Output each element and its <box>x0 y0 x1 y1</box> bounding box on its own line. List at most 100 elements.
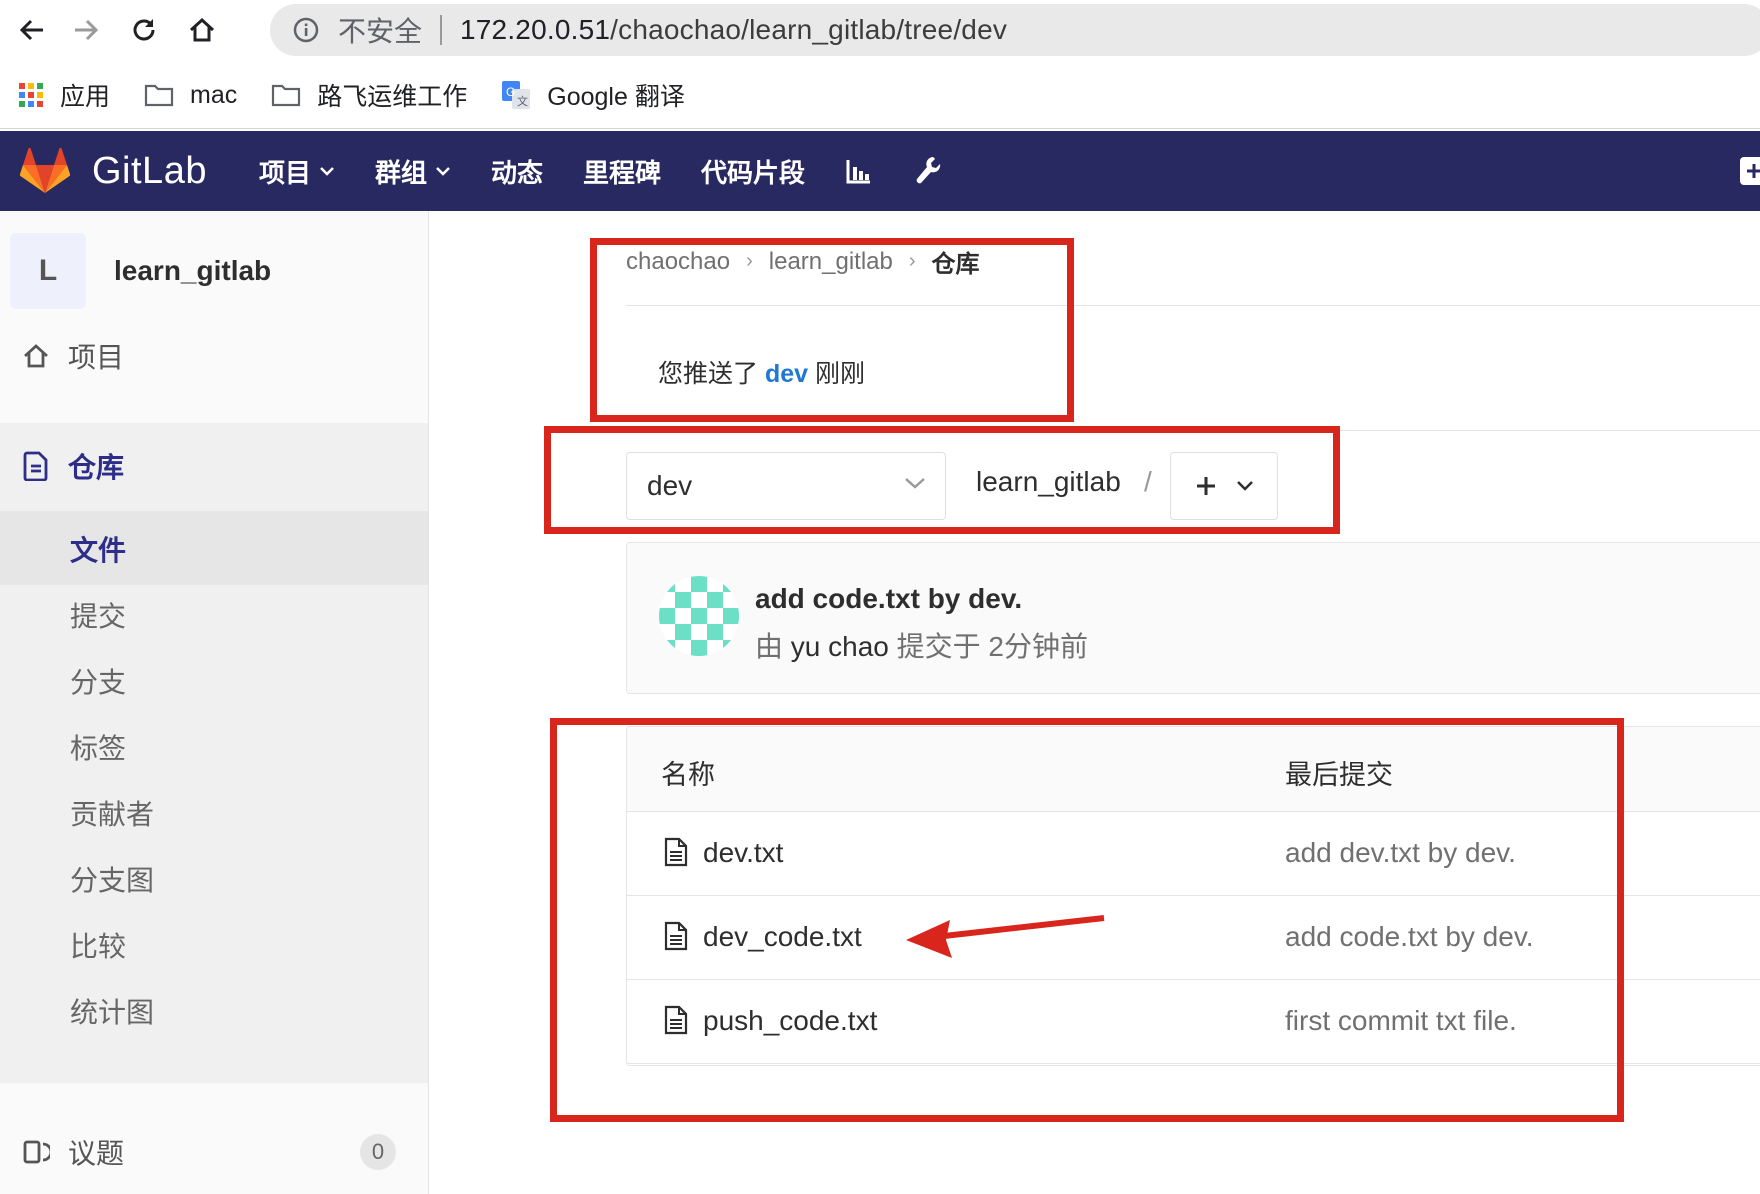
project-header[interactable]: L learn_gitlab <box>10 233 271 309</box>
file-name-link[interactable]: dev_code.txt <box>703 921 862 953</box>
document-icon <box>20 450 52 482</box>
branch-dropdown[interactable]: dev <box>626 452 946 520</box>
home-icon <box>20 340 52 372</box>
project-sidebar: L learn_gitlab 项目 仓库 文件 提交 分支 标签 贡献者 分支图… <box>0 211 429 1194</box>
sidebar-subitem-compare[interactable]: 比较 <box>70 925 126 965</box>
url-host: 172.20.0.51 <box>460 14 611 45</box>
nav-activity[interactable]: 动态 <box>491 153 543 190</box>
sidebar-subitem-contributors[interactable]: 贡献者 <box>70 793 154 833</box>
sidebar-item-project[interactable]: 项目 <box>0 319 428 393</box>
column-header-name: 名称 <box>661 760 715 790</box>
address-bar[interactable]: 不安全 172.20.0.51/chaochao/learn_gitlab/tr… <box>270 4 1760 56</box>
sidebar-subitem-commits[interactable]: 提交 <box>70 595 126 635</box>
nav-chart[interactable] <box>845 157 873 185</box>
file-commit-message[interactable]: add dev.txt by dev. <box>1285 837 1516 869</box>
bookmark-google-translate[interactable]: G文 Google 翻译 <box>501 77 685 113</box>
url-text[interactable]: 172.20.0.51/chaochao/learn_gitlab/tree/d… <box>460 14 1007 46</box>
commit-by-prefix: 由 <box>755 631 784 662</box>
push-suffix: 刚刚 <box>815 360 866 388</box>
back-arrow-icon <box>19 19 43 41</box>
nav-label: 项目 <box>258 157 311 188</box>
sidebar-subitem-charts[interactable]: 统计图 <box>70 991 154 1031</box>
home-icon <box>189 17 215 42</box>
file-name-link[interactable]: dev.txt <box>703 837 783 869</box>
forward-button[interactable] <box>66 10 106 50</box>
chevron-down-icon <box>1237 481 1253 491</box>
nav-label: 代码片段 <box>701 157 806 188</box>
push-branch-link[interactable]: dev <box>765 360 808 388</box>
file-commit-message[interactable]: add code.txt by dev. <box>1285 921 1534 953</box>
breadcrumb-current[interactable]: 仓库 <box>932 244 980 279</box>
bookmark-label: 应用 <box>60 83 111 111</box>
table-row[interactable]: dev_code.txt add code.txt by dev. <box>627 895 1760 980</box>
breadcrumb-item-namespace[interactable]: chaochao <box>626 248 730 276</box>
sidebar-subitem-branches[interactable]: 分支 <box>70 661 126 701</box>
bookmarks-bar: 应用 mac 路飞运维工作 G文 Google 翻译 <box>0 62 1760 129</box>
sidebar-subitem-files[interactable]: 文件 <box>70 529 126 569</box>
active-item-highlight <box>0 511 428 585</box>
gitlab-brand: GitLab <box>92 149 207 192</box>
push-notification: 您推送了 dev 刚刚 <box>658 354 865 390</box>
sidebar-subitem-graph[interactable]: 分支图 <box>70 859 154 899</box>
insecure-label: 不安全 <box>338 16 423 47</box>
sidebar-subitem-tags[interactable]: 标签 <box>70 727 126 767</box>
breadcrumb-item-project[interactable]: learn_gitlab <box>769 248 893 276</box>
gitlab-navbar: GitLab 项目 群组 动态 里程碑 代码片段 <box>0 131 1760 211</box>
sidebar-item-issues[interactable]: 议题 0 <box>0 1116 428 1188</box>
push-prefix: 您推送了 <box>658 360 759 388</box>
chevron-right-icon: › <box>746 250 753 272</box>
bookmark-label: Google 翻译 <box>547 83 685 111</box>
svg-text:文: 文 <box>517 94 528 108</box>
file-tree-table: 名称 最后提交 dev.txt add dev.txt by dev. dev_… <box>626 726 1760 1066</box>
gitlab-home-link[interactable]: GitLab <box>20 148 207 194</box>
folder-icon <box>272 84 301 107</box>
repo-path-root[interactable]: learn_gitlab <box>976 466 1121 498</box>
identicon-icon <box>659 576 739 656</box>
path-separator: / <box>1144 466 1152 497</box>
bookmark-lufei[interactable]: 路飞运维工作 <box>271 77 467 113</box>
url-path: /chaochao/learn_gitlab/tree/dev <box>610 14 1008 45</box>
new-item-button[interactable] <box>1740 157 1760 185</box>
breadcrumb: chaochao › learn_gitlab › 仓库 <box>626 244 980 279</box>
add-file-dropdown[interactable] <box>1170 452 1278 520</box>
commit-title-link[interactable]: add code.txt by dev. <box>755 583 1022 615</box>
nav-snippets[interactable]: 代码片段 <box>701 153 805 190</box>
wrench-icon <box>916 157 941 184</box>
table-row[interactable]: push_code.txt first commit txt file. <box>627 979 1760 1064</box>
bookmark-mac[interactable]: mac <box>144 81 237 110</box>
nav-label: 动态 <box>491 157 544 188</box>
reload-button[interactable] <box>124 10 164 50</box>
project-avatar: L <box>10 233 86 309</box>
project-name: learn_gitlab <box>114 255 272 286</box>
nav-groups[interactable]: 群组 <box>375 153 451 190</box>
chevron-right-icon: › <box>908 250 916 272</box>
sidebar-item-repository[interactable]: 仓库 <box>0 423 428 509</box>
nav-admin[interactable] <box>913 155 941 187</box>
folder-icon <box>144 84 174 107</box>
nav-projects[interactable]: 项目 <box>259 153 335 190</box>
nav-milestones[interactable]: 里程碑 <box>583 153 661 190</box>
browser-toolbar: 不安全 172.20.0.51/chaochao/learn_gitlab/tr… <box>0 0 1760 58</box>
table-header: 名称 最后提交 <box>627 727 1760 812</box>
table-row[interactable]: dev.txt add dev.txt by dev. <box>627 811 1760 896</box>
commit-author-link[interactable]: yu chao <box>791 631 889 662</box>
last-commit-panel: add code.txt by dev. 由 yu chao 提交于 2分钟前 <box>626 542 1760 694</box>
reload-icon <box>133 19 155 41</box>
sidebar-item-label: 仓库 <box>68 452 125 483</box>
commit-time: 提交于 2分钟前 <box>896 631 1089 662</box>
forward-arrow-icon <box>75 19 99 41</box>
plus-icon <box>1747 164 1760 178</box>
address-separator <box>440 15 443 45</box>
author-avatar[interactable] <box>659 576 739 656</box>
home-button[interactable] <box>182 10 222 50</box>
file-name-link[interactable]: push_code.txt <box>703 1005 877 1037</box>
chevron-down-icon <box>320 167 334 176</box>
gitlab-logo-icon <box>20 148 70 193</box>
svg-text:G: G <box>506 85 515 99</box>
bookmark-apps[interactable]: 应用 <box>18 77 110 113</box>
file-commit-message[interactable]: first commit txt file. <box>1285 1005 1517 1037</box>
back-button[interactable] <box>12 10 52 50</box>
bookmark-label: mac <box>190 80 238 109</box>
info-icon[interactable] <box>292 16 320 44</box>
chevron-down-icon <box>905 478 925 489</box>
